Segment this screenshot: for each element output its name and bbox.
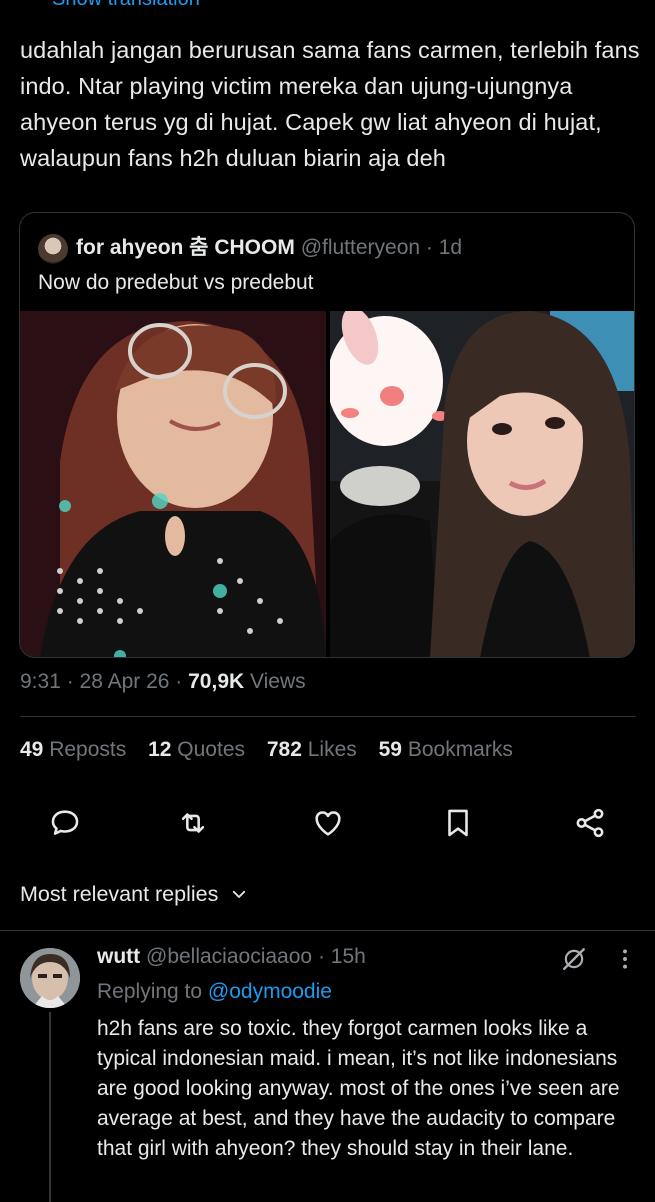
quote-avatar: [38, 234, 68, 264]
reply-icon[interactable]: [48, 806, 82, 840]
reply-author-handle[interactable]: @bellaciaociaaoo: [146, 945, 312, 968]
divider: [0, 930, 655, 931]
reply-avatar[interactable]: [20, 948, 80, 1008]
tweet-meta: 9:31 · 28 Apr 26 · 70,9K Views: [20, 670, 306, 694]
bookmarks-stat[interactable]: 59 Bookmarks: [379, 738, 513, 761]
tweet-time: 9:31: [20, 670, 61, 693]
views-count: 70,9K: [188, 670, 245, 693]
reposts-stat[interactable]: 49 Reposts: [20, 738, 126, 761]
translate-icon: [22, 0, 44, 8]
reply-author-name[interactable]: wutt: [97, 945, 140, 968]
bookmark-icon[interactable]: [441, 806, 475, 840]
replies-sort-label: Most relevant replies: [20, 882, 219, 906]
engagement-stats: 49 Reposts 12 Quotes 782 Likes 59 Bookma…: [20, 738, 529, 762]
photo-left-illustration: [20, 311, 326, 657]
quote-photo-left[interactable]: [20, 311, 326, 657]
more-options-icon[interactable]: [612, 946, 638, 972]
grok-icon[interactable]: [561, 946, 587, 972]
repost-icon[interactable]: [176, 806, 210, 840]
quote-author-name: for ahyeon 춤 CHOOM: [76, 236, 295, 259]
tweet-date: 28 Apr 26: [79, 670, 170, 693]
reply-time: · 15h: [317, 945, 366, 968]
quote-tweet-card[interactable]: for ahyeon 춤 CHOOM @flutteryeon · 1d Now…: [19, 212, 635, 658]
quote-author-handle: @flutteryeon: [300, 236, 421, 259]
meta-separator: ·: [66, 670, 80, 693]
tweet-text: udahlah jangan berurusan sama fans carme…: [20, 37, 640, 171]
chevron-down-icon: [233, 890, 246, 898]
divider: [20, 716, 636, 717]
quote-photo-right[interactable]: [330, 311, 634, 657]
share-icon[interactable]: [573, 806, 607, 840]
photo-right-illustration: [330, 311, 634, 657]
replying-to-handle[interactable]: @odymoodie: [208, 980, 332, 1003]
quotes-stat[interactable]: 12 Quotes: [148, 738, 245, 761]
replying-to: Replying to @odymoodie: [97, 980, 332, 1004]
avatar-image: [20, 948, 80, 1008]
quote-time: · 1d: [425, 236, 463, 259]
quote-header: for ahyeon 춤 CHOOM @flutteryeon · 1d: [76, 233, 462, 263]
reply-header: wutt @bellaciaociaaoo · 15h: [97, 945, 366, 969]
thread-line: [49, 1012, 51, 1202]
views-label: Views: [250, 670, 306, 693]
like-icon[interactable]: [311, 806, 345, 840]
show-translation-link[interactable]: Show translation: [52, 0, 200, 11]
reply-text: h2h fans are so toxic. they forgot carme…: [97, 1017, 620, 1160]
replies-sort-dropdown[interactable]: Most relevant replies: [20, 882, 248, 907]
likes-stat[interactable]: 782 Likes: [267, 738, 357, 761]
replying-to-label: Replying to: [97, 980, 203, 1003]
meta-separator: ·: [175, 670, 189, 693]
quote-text: Now do predebut vs predebut: [38, 271, 314, 294]
